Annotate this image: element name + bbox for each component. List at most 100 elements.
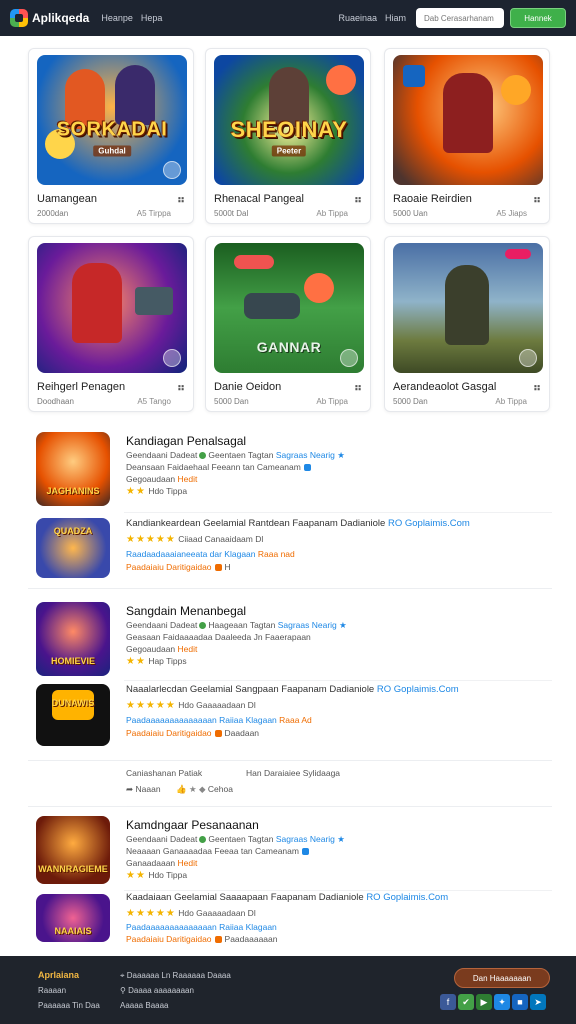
list-item[interactable]: QUADZA Kandiankeardean Geelamial Rantdea… [28,514,552,592]
thumbnail-label: DUNAWIS [51,698,95,708]
game-card[interactable]: Reihgerl Penagen ⠶ Doodhaan A5 Tango [28,236,194,412]
footer-link[interactable]: ⌖ Daaaaaa Ln Raaaaaa Daaaa [120,971,231,981]
list-item[interactable]: JAGHANINS Kandiagan Penalsagal Geendaani… [28,428,552,506]
divider [28,760,552,761]
more-options-icon[interactable]: ⠶ [177,193,185,206]
list-detail: Gegoaudaan Hedit [126,644,198,654]
nav-item-4[interactable]: Hiam [385,13,406,23]
share-green-icon[interactable]: ✔ [458,994,474,1010]
game-card[interactable]: Raoaie Reirdien ⠶ 5000 Uan A5 Jiaps [384,48,550,224]
list-title: Kandiagan Penalsagal [126,434,247,448]
more-options-icon[interactable]: ⠶ [177,381,185,394]
main-nav: Heanpe Hepa [101,13,162,23]
game-art-title: GANNAR [256,339,322,355]
thumbnail-label: NAAIAIS [54,926,92,936]
game-thumbnail: JAGHANINS [36,432,110,506]
game-artwork: GANNAR [214,243,364,373]
list-title: Kaadaiaan Geelamial Saaaapaan Faapanam D… [126,892,449,903]
header-cta-button[interactable]: Hannek [510,8,566,28]
list-meta: Geendaani Dadeat Geentaen Tagtan Sagraas … [126,834,345,844]
list-item[interactable]: WANNRAGIEME Kamdngaar Pesanaanan Geendaa… [28,814,552,892]
list-rating: ★★★★★ Hdo Gaaaaadaan Dl [126,700,256,711]
game-meta: 5000 Dan [214,397,249,406]
list-description: Deansaan Faidaehaal Feeann tan Cameanam [126,462,311,472]
more-options-icon[interactable]: ⠶ [354,193,362,206]
app-name: Aplikqeda [32,11,90,25]
verified-icon [199,622,207,630]
list-rating: ★★ Hdo Tippa [126,870,188,881]
star-icon: ★ [334,450,345,460]
game-title: Reihgerl Penagen [37,381,126,393]
divider [28,588,552,589]
game-title: Uamangean [37,193,97,205]
star-icon: ★ [334,834,345,844]
play-icon[interactable]: ▶ [476,994,492,1010]
star-icon: ★ ◆ [188,784,206,794]
twitter-icon[interactable]: ✦ [494,994,510,1010]
game-downloads: A5 Jiaps [496,209,527,218]
list-description: Neaaaan Ganaaaadaa Feeaa tan Cameanam [126,846,309,856]
reaction-row[interactable]: 👍 ★ ◆ Cehoa [176,784,233,795]
game-title: Aerandeaolot Gasgal [393,381,497,393]
logo[interactable]: Aplikqeda [10,9,89,27]
game-artwork [393,55,543,185]
game-meta: 5000t Dal [214,209,249,218]
game-art-title: SHEOINAY [230,117,348,143]
more-options-icon[interactable]: ⠶ [354,381,362,394]
tag-icon [214,564,222,572]
more-options-icon[interactable]: ⠶ [533,381,541,394]
tag-icon [301,848,309,856]
tag-icon [303,464,311,472]
game-thumbnail: DUNAWIS [36,684,110,746]
play-badge-icon [519,349,537,367]
game-card[interactable]: Aerandeaolot Gasgal ⠶ 5000 Dan Ab Tippa [384,236,550,412]
list-meta: Geendaani Dadeat Haageaan Tagtan Sagraas … [126,620,347,630]
nav-item-1[interactable]: Heanpe [101,13,133,23]
game-title: Rhenacal Pangeal [214,193,304,205]
tag-icon [214,730,222,738]
nav-item-2[interactable]: Hepa [141,13,163,23]
game-artwork: SORKADAI Guhdal [37,55,187,185]
footer-heading: Aprlaiana [38,970,80,980]
list-link: RO Goplaimis.Com [366,892,449,903]
list-title: Sangdain Menanbegal [126,604,247,618]
game-title: Raoaie Reirdien [393,193,472,205]
footer-link[interactable]: Paaaaaa Tin Daa [38,1001,100,1010]
game-thumbnail: QUADZA [36,518,110,578]
list-item[interactable]: NAAIAIS Kaadaiaan Geelamial Saaaapaan Fa… [28,892,552,952]
facebook-icon[interactable]: f [440,994,456,1010]
verified-icon [199,452,207,460]
more-options-icon[interactable]: ⠶ [533,193,541,206]
divider [124,680,552,681]
game-card[interactable]: GANNAR Danie Oeidon ⠶ 5000 Dan Ab Tippa [205,236,371,412]
top-navigation-bar: Aplikqeda Heanpe Hepa Ruaeinaa Hiam Hann… [0,0,576,36]
list-link: RO Goplaimis.Com [387,518,470,529]
nav-item-3[interactable]: Ruaeinaa [338,13,377,23]
play-badge-icon [163,349,181,367]
thumbs-up-icon: 👍 [176,784,187,794]
star-icon: ★ [336,620,347,630]
video-icon[interactable]: ■ [512,994,528,1010]
game-card[interactable]: SHEOINAY Peeter Rhenacal Pangeal ⠶ 5000t… [205,48,371,224]
game-meta: 5000 Uan [393,209,428,218]
thumbnail-label: QUADZA [53,526,93,536]
main-content: SORKADAI Guhdal Uamangean ⠶ 2000dan A5 T… [0,36,576,956]
list-title: Kandiankeardean Geelamial Rantdean Faapa… [126,518,470,529]
game-downloads: A5 Tirppa [136,209,171,218]
game-card[interactable]: SORKADAI Guhdal Uamangean ⠶ 2000dan A5 T… [28,48,194,224]
footer-link[interactable]: ⚲ Daaaa aaaaaaaan [120,986,194,995]
search-input[interactable] [416,8,504,28]
telegram-icon[interactable]: ➤ [530,994,546,1010]
footer-link[interactable]: Raaaan [38,986,66,995]
footer-link[interactable]: Aaaaa Baaaa [120,1001,169,1010]
share-icon: ➦ [126,784,134,794]
game-downloads: A5 Tango [137,397,171,406]
divider [124,512,552,513]
list-link: Sagraas Nearig [277,620,337,630]
game-artwork: SHEOINAY Peeter [214,55,364,185]
game-downloads: Ab Tippa [495,397,527,406]
footer-action-button[interactable]: Dan Haaaaaaan [454,968,550,988]
list-item[interactable]: HOMIEVIE Sangdain Menanbegal Geendaani D… [28,600,552,678]
share-row[interactable]: ➦ Naaan [126,784,161,795]
list-item[interactable]: DUNAWIS Naaalarlecdan Geelamial Sangpaan… [28,682,552,752]
